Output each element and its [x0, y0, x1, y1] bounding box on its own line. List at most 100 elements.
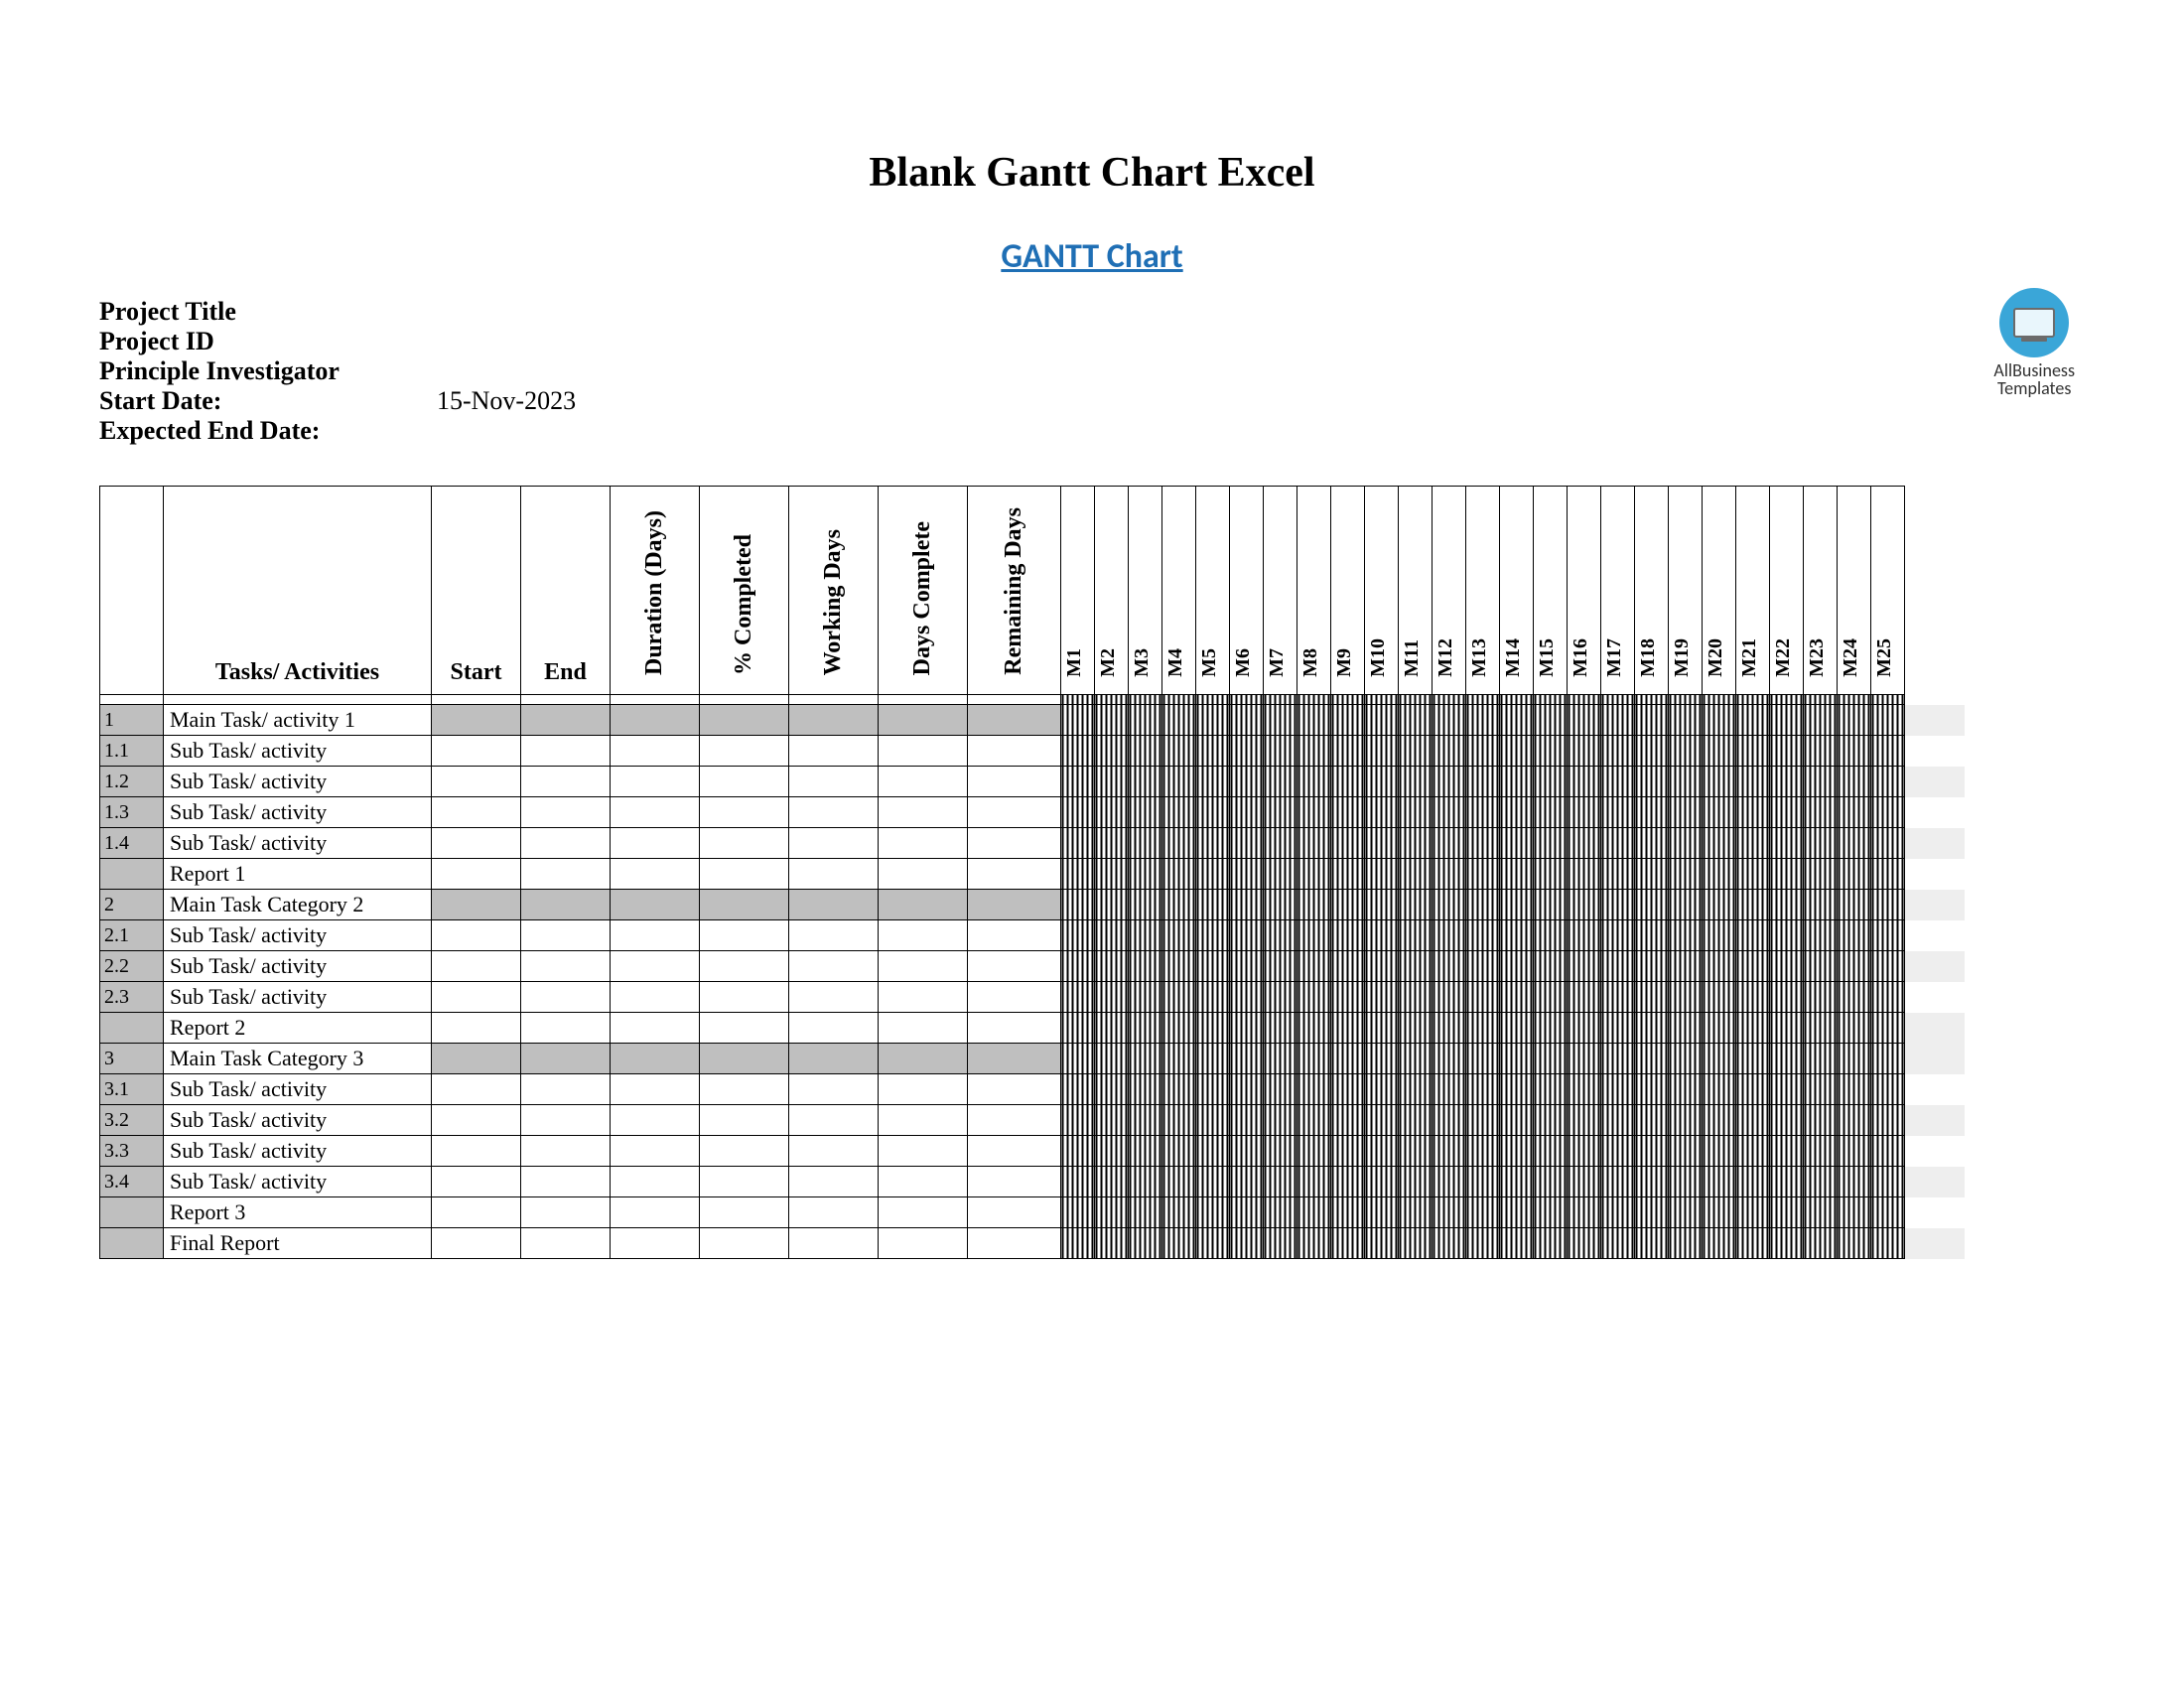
gantt-cell: [1230, 1074, 1264, 1105]
row-value: [700, 1197, 789, 1228]
gantt-cell: [1331, 1044, 1365, 1074]
row-value: [789, 828, 879, 859]
gantt-cell: [1230, 890, 1264, 920]
gantt-cell: [1804, 705, 1838, 736]
gantt-cell: [1838, 705, 1871, 736]
gantt-subtitle-link[interactable]: GANTT Chart: [99, 236, 2085, 277]
row-task: Sub Task/ activity: [164, 982, 432, 1013]
table-row: 3.4Sub Task/ activity: [100, 1167, 1965, 1197]
row-task: Sub Task/ activity: [164, 828, 432, 859]
row-value: [789, 890, 879, 920]
row-task: Sub Task/ activity: [164, 1136, 432, 1167]
gantt-cell: [1703, 828, 1736, 859]
gantt-cell: [1466, 1228, 1500, 1259]
gantt-cell: [1433, 797, 1466, 828]
gantt-cell: [1162, 951, 1196, 982]
gantt-cell: [1162, 1167, 1196, 1197]
gantt-cell: [1500, 1013, 1534, 1044]
gantt-cell: [1162, 1074, 1196, 1105]
gantt-cell: [1669, 736, 1703, 767]
gantt-cell: [1129, 705, 1162, 736]
gantt-cell: [1365, 1197, 1399, 1228]
col-days-complete: Days Complete: [879, 487, 968, 695]
gantt-cell: [1770, 1013, 1804, 1044]
gantt-cell: [1703, 736, 1736, 767]
row-id: 3.3: [100, 1136, 164, 1167]
gantt-cell: [1500, 736, 1534, 767]
gantt-cell: [1871, 797, 1905, 828]
gantt-cell: [1500, 951, 1534, 982]
gantt-cell: [1500, 890, 1534, 920]
gantt-cell: [1568, 1044, 1601, 1074]
gantt-cell: [1635, 736, 1669, 767]
gantt-cell: [1433, 1074, 1466, 1105]
gantt-cell: [1770, 859, 1804, 890]
gantt-cell: [1770, 1074, 1804, 1105]
gantt-cell: [1129, 951, 1162, 982]
gantt-cell: [1264, 1167, 1297, 1197]
row-value: [700, 920, 789, 951]
row-value: [432, 1197, 521, 1228]
col-month-25: M25: [1871, 487, 1905, 695]
gantt-cell: [1162, 982, 1196, 1013]
col-duration: Duration (Days): [611, 487, 700, 695]
gantt-cell: [1466, 1105, 1500, 1136]
gantt-cell: [1703, 797, 1736, 828]
gantt-cell: [1095, 1105, 1129, 1136]
gantt-cell: [1500, 797, 1534, 828]
gantt-cell: [1264, 1136, 1297, 1167]
gantt-cell: [1601, 920, 1635, 951]
gantt-cell: [1399, 1167, 1433, 1197]
row-id: 3.1: [100, 1074, 164, 1105]
gantt-cell: [1331, 982, 1365, 1013]
gantt-cell: [1635, 705, 1669, 736]
gantt-cell: [1095, 1074, 1129, 1105]
gantt-cell: [1669, 859, 1703, 890]
row-value: [879, 1013, 968, 1044]
gantt-cell: [1061, 797, 1095, 828]
gantt-cell: [1500, 859, 1534, 890]
row-id: 2.1: [100, 920, 164, 951]
row-value: [968, 1074, 1061, 1105]
gantt-cell: [1162, 736, 1196, 767]
gantt-cell: [1534, 736, 1568, 767]
gantt-cell: [1365, 797, 1399, 828]
gantt-cell: [1534, 1044, 1568, 1074]
row-value: [521, 1167, 611, 1197]
gantt-cell: [1061, 736, 1095, 767]
gantt-cell: [1770, 1167, 1804, 1197]
gantt-cell: [1871, 1074, 1905, 1105]
gantt-cell: [1871, 1013, 1905, 1044]
gantt-cell: [1297, 890, 1331, 920]
gantt-cell: [1736, 859, 1770, 890]
table-row: 2.1Sub Task/ activity: [100, 920, 1965, 951]
gantt-cell: [1095, 890, 1129, 920]
gantt-cell: [1095, 1013, 1129, 1044]
gantt-cell: [1466, 1074, 1500, 1105]
row-ext: [1905, 890, 1965, 920]
gantt-cell: [1534, 951, 1568, 982]
gantt-cell: [1635, 1136, 1669, 1167]
row-value: [432, 951, 521, 982]
gantt-cell: [1129, 1228, 1162, 1259]
row-task: Main Task Category 2: [164, 890, 432, 920]
table-row: Report 1: [100, 859, 1965, 890]
gantt-cell: [1433, 705, 1466, 736]
row-value: [700, 890, 789, 920]
gantt-cell: [1838, 890, 1871, 920]
gantt-cell: [1399, 859, 1433, 890]
gantt-cell: [1669, 1044, 1703, 1074]
gantt-cell: [1264, 920, 1297, 951]
gantt-cell: [1129, 1074, 1162, 1105]
gantt-cell: [1466, 1136, 1500, 1167]
gantt-cell: [1601, 890, 1635, 920]
gantt-cell: [1500, 1167, 1534, 1197]
gantt-cell: [1466, 1167, 1500, 1197]
row-ext: [1905, 1105, 1965, 1136]
page: Blank Gantt Chart Excel GANTT Chart AllB…: [0, 0, 2184, 1688]
gantt-cell: [1399, 1074, 1433, 1105]
row-value: [789, 1044, 879, 1074]
gantt-cell: [1230, 1197, 1264, 1228]
gantt-cell: [1703, 1044, 1736, 1074]
gantt-cell: [1838, 1074, 1871, 1105]
